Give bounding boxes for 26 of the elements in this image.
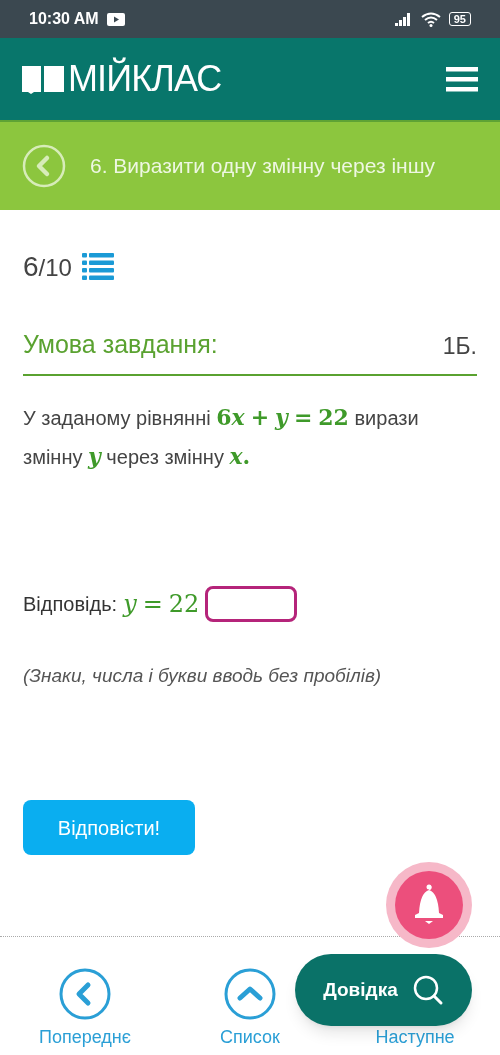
- problem-text: У заданому рівнянні 6x + y = 22 вирази змінну y через змінну x.: [23, 402, 420, 471]
- video-icon: [106, 12, 125, 26]
- points-label: 1Б.: [442, 332, 477, 361]
- question-counter: 6/10: [23, 250, 72, 284]
- nav-link[interactable]: Список: [220, 1028, 280, 1046]
- wifi-icon: [420, 11, 441, 27]
- topic-title: 6. Виразити одну змінну через іншу: [90, 153, 435, 180]
- previous-icon[interactable]: [59, 968, 111, 1020]
- hint-text: (Знаки, числа і букви вводь без пробілів): [23, 663, 383, 688]
- list-icon[interactable]: [81, 253, 114, 281]
- up-icon[interactable]: [224, 968, 276, 1020]
- menu-icon[interactable]: [446, 66, 478, 92]
- signal-icon: [394, 12, 413, 26]
- nav-link[interactable]: Попереднє: [39, 1028, 131, 1046]
- nav-link[interactable]: Наступне: [375, 1028, 455, 1046]
- answer-field[interactable]: [205, 585, 298, 622]
- back-icon[interactable]: [22, 144, 66, 188]
- answer-equation: y = 22: [123, 588, 200, 620]
- submit-button[interactable]: Відповісти!: [23, 800, 195, 855]
- status-time: 10:30 AM: [29, 9, 99, 29]
- help-button[interactable]: Довідка: [295, 954, 472, 1026]
- section-heading: Умова завдання:: [23, 329, 218, 360]
- search-icon: [411, 974, 444, 1006]
- answer-label: Відповідь:: [23, 591, 118, 617]
- battery-indicator: 95: [448, 12, 471, 26]
- book-logo-icon: [22, 64, 64, 94]
